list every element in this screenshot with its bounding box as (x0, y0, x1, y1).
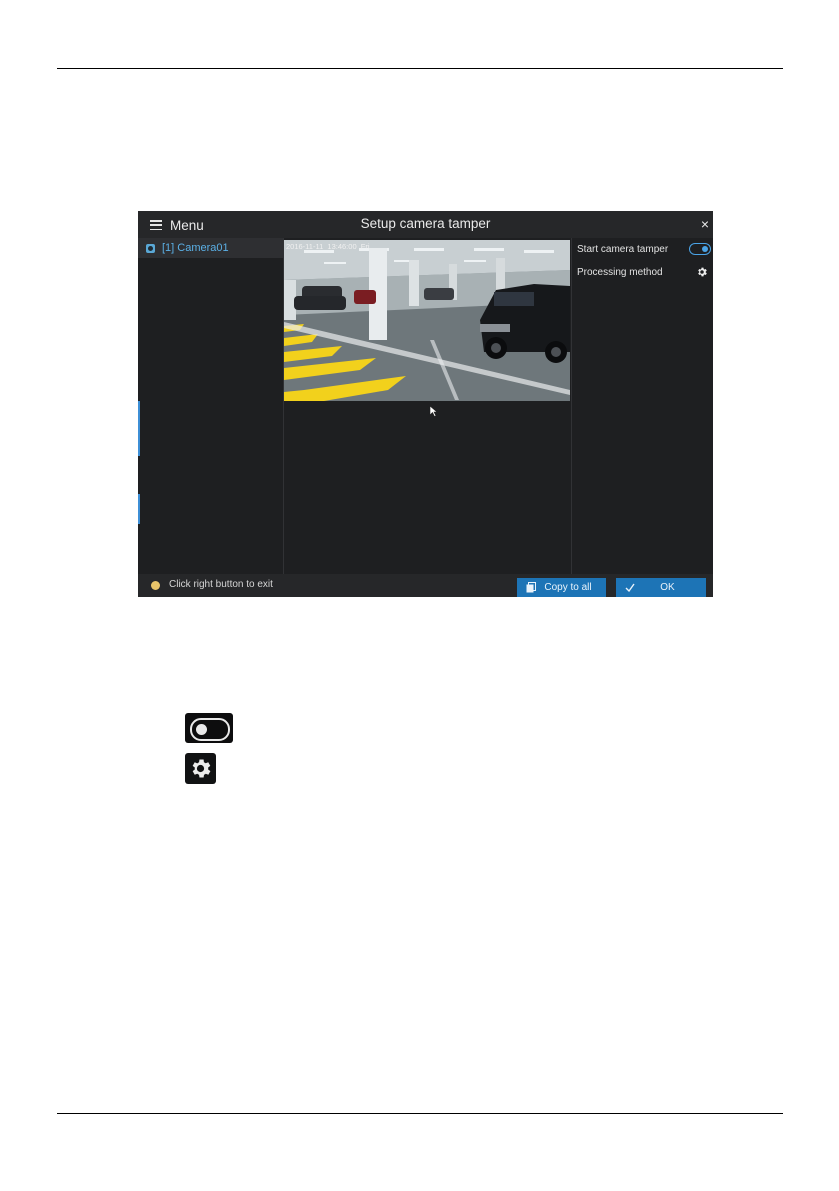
left-edge-marker (138, 401, 140, 456)
setup-camera-tamper-window: Menu Setup camera tamper × [1] Camera01 (138, 211, 713, 597)
gear-icon (185, 753, 216, 784)
start-camera-tamper-label: Start camera tamper (577, 243, 669, 255)
start-camera-tamper-toggle[interactable] (689, 243, 711, 255)
camera-item-label: [1] Camera01 (162, 242, 229, 254)
check-icon (625, 583, 635, 592)
mouse-icon (151, 581, 160, 590)
settings-panel: Start camera tamper Processing method (571, 238, 713, 574)
toggle-off-icon (185, 713, 233, 743)
exit-hint: Click right button to exit (169, 579, 273, 590)
processing-method-row: Processing method (572, 261, 713, 283)
processing-method-label: Processing method (577, 266, 663, 278)
toggle-on-icon (702, 246, 708, 252)
mouse-cursor-icon (430, 406, 438, 417)
close-icon[interactable]: × (701, 215, 709, 233)
camera-list-item[interactable]: [1] Camera01 (138, 238, 283, 258)
camera-list-panel: [1] Camera01 (138, 238, 284, 574)
start-camera-tamper-row: Start camera tamper (572, 238, 713, 260)
ok-button[interactable]: OK (616, 578, 706, 597)
osd-timestamp: 2016-11-11 13:46:00 Fri (286, 242, 370, 251)
footer-rule (57, 1113, 783, 1114)
header-rule (57, 68, 783, 69)
parking-garage-image (284, 240, 570, 401)
footer-bar: Click right button to exit Copy to all O… (138, 574, 713, 597)
ok-label: OK (660, 582, 675, 593)
copy-to-all-button[interactable]: Copy to all (517, 578, 606, 597)
window-title: Setup camera tamper (360, 216, 491, 231)
copy-to-all-label: Copy to all (544, 582, 592, 593)
title-bar: Menu Setup camera tamper × (138, 211, 713, 238)
camera-icon (146, 243, 155, 253)
camera-preview[interactable]: 2016-11-11 13:46:00 Fri (284, 240, 570, 401)
copy-icon (526, 582, 536, 593)
gear-icon[interactable] (696, 266, 708, 278)
preview-panel: 2016-11-11 13:46:00 Fri (284, 238, 570, 574)
left-edge-marker (138, 494, 140, 524)
